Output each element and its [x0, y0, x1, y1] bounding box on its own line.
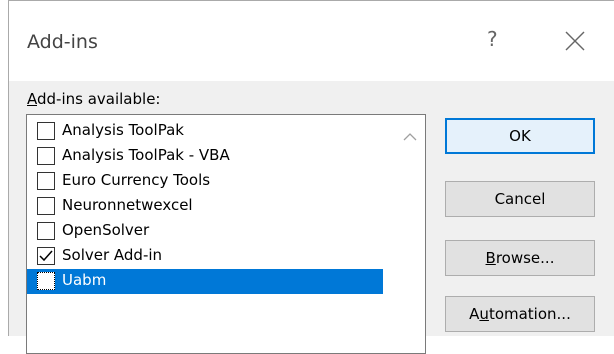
list-item[interactable]: Analysis ToolPak: [27, 119, 383, 144]
label-text: dd-ins available:: [37, 90, 161, 108]
add-ins-available-label: Add-ins available:: [27, 90, 160, 108]
automation-button[interactable]: Automation...: [445, 296, 595, 332]
automation-label-start: A: [469, 305, 480, 323]
checkbox-checked[interactable]: [37, 247, 55, 265]
ok-button[interactable]: OK: [445, 118, 595, 154]
checkbox[interactable]: [37, 172, 55, 190]
list-item[interactable]: Analysis ToolPak - VBA: [27, 144, 383, 169]
cancel-button[interactable]: Cancel: [445, 181, 595, 217]
checkbox[interactable]: [37, 122, 55, 140]
list-item[interactable]: Neuronnetwexcel: [27, 194, 383, 219]
checkbox[interactable]: [37, 272, 55, 290]
list-item-label: Analysis ToolPak - VBA: [62, 146, 230, 164]
list-item[interactable]: Solver Add-in: [27, 244, 383, 269]
list-item[interactable]: OpenSolver: [27, 219, 383, 244]
dialog-title: Add-ins: [27, 31, 98, 53]
help-button[interactable]: ?: [487, 27, 498, 51]
title-bar: Add-ins ?: [9, 1, 614, 81]
list-item-label: Uabm: [62, 271, 107, 289]
vertical-scrollbar[interactable]: [395, 115, 425, 353]
list-item-label: Neuronnetwexcel: [62, 196, 193, 214]
automation-accelerator: u: [479, 305, 489, 323]
automation-label-end: tomation...: [488, 305, 571, 323]
list-item[interactable]: Uabm: [27, 269, 383, 294]
label-accelerator: A: [27, 90, 37, 108]
list-item[interactable]: Euro Currency Tools: [27, 169, 383, 194]
browse-label: rowse...: [495, 249, 555, 267]
add-ins-listbox[interactable]: Analysis ToolPak Analysis ToolPak - VBA Eu…: [26, 114, 426, 354]
list-item-label: Euro Currency Tools: [62, 171, 211, 189]
checkbox[interactable]: [37, 222, 55, 240]
list-item-label: OpenSolver: [62, 221, 150, 239]
list-item-label: Analysis ToolPak: [62, 121, 184, 139]
scroll-up-arrow-icon[interactable]: [403, 127, 417, 141]
list-item-label: Solver Add-in: [62, 246, 163, 264]
browse-accelerator: B: [485, 249, 496, 267]
checkbox[interactable]: [37, 197, 55, 215]
checkmark-icon: [39, 250, 53, 262]
add-ins-dialog: Add-ins ? Add-ins available: Analysis To…: [8, 0, 614, 354]
browse-button[interactable]: Browse...: [445, 240, 595, 276]
checkbox[interactable]: [37, 147, 55, 165]
close-icon[interactable]: [563, 29, 587, 53]
